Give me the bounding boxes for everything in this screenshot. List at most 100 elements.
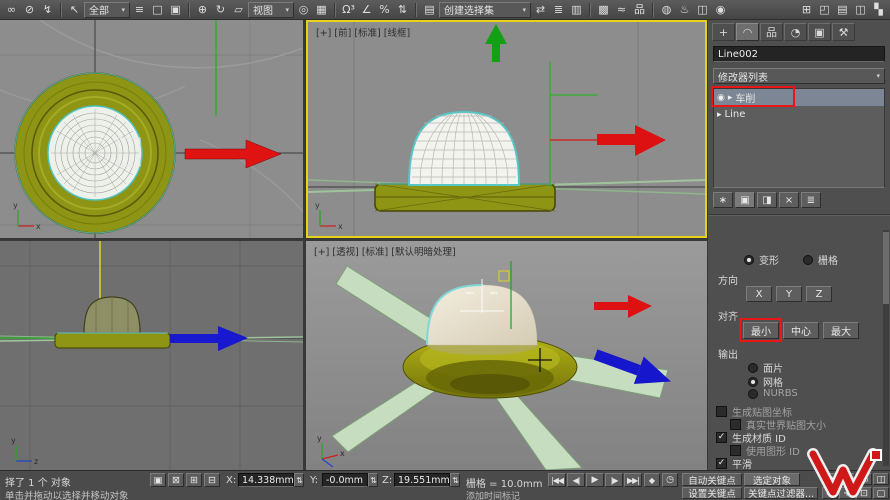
zoom-extents-icon[interactable]: ▭ <box>856 473 872 485</box>
pin-stack-icon[interactable]: ∗ <box>713 192 733 208</box>
viewport-layout3-icon[interactable]: ▤ <box>834 2 851 18</box>
use-shapeid-checkbox[interactable] <box>730 445 741 456</box>
unlink-icon[interactable]: ⊘ <box>21 2 38 18</box>
x-spinner[interactable]: ⇅ <box>294 473 304 487</box>
direction-y-button[interactable]: Y <box>776 286 802 302</box>
layer-manager-icon[interactable]: ▥ <box>568 2 585 18</box>
edit-named-selections-icon[interactable]: ▤ <box>421 2 438 18</box>
selection-filter-dropdown[interactable]: 全部 ▾ <box>84 2 130 18</box>
mirror-icon[interactable]: ⇄ <box>532 2 549 18</box>
go-to-end-button[interactable]: ▶▶| <box>624 473 642 487</box>
viewport-front-canvas[interactable]: [+] [前] [标准] [线框] x y <box>308 22 705 236</box>
maximize-viewport-icon[interactable]: ▢ <box>873 487 889 499</box>
lock-selection-icon[interactable]: ⊠ <box>168 473 184 487</box>
realworld-checkbox[interactable] <box>730 419 741 430</box>
modifier-list-dropdown[interactable]: 修改器列表 ▾ <box>713 68 885 84</box>
percent-snap-icon[interactable]: % <box>376 2 393 18</box>
zoom-all-icon[interactable]: ⊞ <box>839 473 855 485</box>
output-patch-radio[interactable] <box>748 363 758 373</box>
time-config-button[interactable]: ◷ <box>662 473 678 487</box>
z-coord-field[interactable]: 19.551mm <box>394 473 450 487</box>
select-and-link-icon[interactable]: ∞ <box>3 2 20 18</box>
window-crossing-icon[interactable]: ▣ <box>167 2 184 18</box>
align-max-button[interactable]: 最大 <box>823 322 859 339</box>
play-button[interactable]: ▶ <box>586 473 604 487</box>
viewport-label-perspective[interactable]: [+] [透视] [标准] [默认明暗处理] <box>314 246 456 258</box>
viewport-top[interactable]: x y <box>0 20 303 238</box>
lathe-base-front-view[interactable] <box>375 184 555 211</box>
output-mesh-radio[interactable] <box>748 377 758 387</box>
tab-create[interactable]: + <box>712 23 735 41</box>
visibility-eye-icon[interactable]: ◉ <box>717 93 725 103</box>
direction-z-button[interactable]: Z <box>806 286 832 302</box>
rect-selection-region-icon[interactable]: □ <box>149 2 166 18</box>
prev-frame-button[interactable]: ◀| <box>567 473 585 487</box>
offset-mode-icon[interactable]: ⊟ <box>204 473 220 487</box>
select-by-name-icon[interactable]: ≡ <box>131 2 148 18</box>
render-setup-icon[interactable]: ♨ <box>676 2 693 18</box>
align-icon[interactable]: ≣ <box>550 2 567 18</box>
modifier-stack-item-line[interactable]: ▸ Line <box>714 106 884 123</box>
viewport-left[interactable]: z y <box>0 241 303 470</box>
cap-grid-radio[interactable] <box>803 255 813 265</box>
spinner-snap-icon[interactable]: ⇅ <box>394 2 411 18</box>
next-frame-button[interactable]: |▶ <box>605 473 623 487</box>
ribbon-toggle-icon[interactable]: ▩ <box>595 2 612 18</box>
lathe-dome-front-view[interactable] <box>409 112 519 185</box>
viewport-perspective[interactable]: [+] [透视] [标准] [默认明暗处理] x y <box>306 241 707 470</box>
named-selection-set-dropdown[interactable]: 创建选择集 ▾ <box>439 2 531 18</box>
make-unique-icon[interactable]: ◨ <box>757 192 777 208</box>
tab-utilities[interactable]: ⚒ <box>832 23 855 41</box>
select-manipulate-icon[interactable]: ▦ <box>313 2 330 18</box>
show-end-result-icon[interactable]: ▣ <box>735 192 755 208</box>
rendered-frame-icon[interactable]: ◫ <box>694 2 711 18</box>
material-editor-icon[interactable]: ◍ <box>658 2 675 18</box>
viewport-top-canvas[interactable]: x y <box>0 20 303 238</box>
viewport-perspective-canvas[interactable]: [+] [透视] [标准] [默认明暗处理] x y <box>306 241 707 470</box>
set-key-button[interactable]: 设置关键点 <box>682 487 742 499</box>
zoom-region-icon[interactable]: ◫ <box>873 473 889 485</box>
auto-key-button[interactable]: 自动关键点 <box>682 473 742 486</box>
selection-set-filter-button[interactable]: 选定对象 <box>744 473 800 486</box>
orbit-icon[interactable]: + <box>839 487 855 499</box>
cap-morph-radio[interactable] <box>744 255 754 265</box>
modifier-stack-item-lathe[interactable]: ◉ ▸ 车削 <box>714 89 884 106</box>
isolate-selection-icon[interactable]: ▣ <box>150 473 166 487</box>
curve-editor-icon[interactable]: ≈ <box>613 2 630 18</box>
viewport-layout2-icon[interactable]: ◰ <box>816 2 833 18</box>
key-mode-button[interactable]: ◆ <box>644 473 660 487</box>
add-time-tag-text[interactable]: 添加时间标记 <box>466 489 520 500</box>
bind-spacewarp-icon[interactable]: ↯ <box>39 2 56 18</box>
pan-icon[interactable]: ◇ <box>822 487 838 499</box>
gen-matid-checkbox[interactable] <box>716 432 727 443</box>
panel-scrollbar[interactable] <box>883 230 889 466</box>
viewport-front-active[interactable]: [+] [前] [标准] [线框] x y <box>306 20 707 238</box>
align-center-button[interactable]: 中心 <box>783 322 819 339</box>
direction-x-button[interactable]: X <box>746 286 772 302</box>
scrollbar-thumb[interactable] <box>883 232 889 304</box>
lathe-object-top-view[interactable] <box>15 73 175 233</box>
object-name-field[interactable]: Line002 <box>713 46 885 62</box>
select-rotate-icon[interactable]: ↻ <box>212 2 229 18</box>
output-nurbs-radio[interactable] <box>748 389 758 399</box>
render-production-icon[interactable]: ◉ <box>712 2 729 18</box>
y-spinner[interactable]: ⇅ <box>368 473 378 487</box>
smooth-checkbox[interactable] <box>716 458 727 469</box>
viewport-layout-icon[interactable]: ⊞ <box>798 2 815 18</box>
expand-arrow-icon[interactable]: ▸ <box>728 93 733 103</box>
x-coord-field[interactable]: 14.338mm <box>238 473 294 487</box>
tab-modify[interactable]: ◠ <box>736 23 759 41</box>
select-scale-icon[interactable]: ▱ <box>230 2 247 18</box>
field-of-view-icon[interactable]: ⊡ <box>856 487 872 499</box>
z-spinner[interactable]: ⇅ <box>450 473 460 487</box>
viewport-left-canvas[interactable]: z y <box>0 241 303 470</box>
align-min-button[interactable]: 最小 <box>743 322 779 339</box>
tab-display[interactable]: ▣ <box>808 23 831 41</box>
remove-modifier-icon[interactable]: × <box>779 192 799 208</box>
use-pivot-center-icon[interactable]: ◎ <box>295 2 312 18</box>
viewport-layout4-icon[interactable]: ◫ <box>852 2 869 18</box>
gen-mapping-checkbox[interactable] <box>716 406 727 417</box>
ref-coord-dropdown[interactable]: 视图 ▾ <box>248 2 294 18</box>
configure-modifier-icon[interactable]: ≣ <box>801 192 821 208</box>
snap-toggle-3d-icon[interactable]: Ω³ <box>340 2 357 18</box>
